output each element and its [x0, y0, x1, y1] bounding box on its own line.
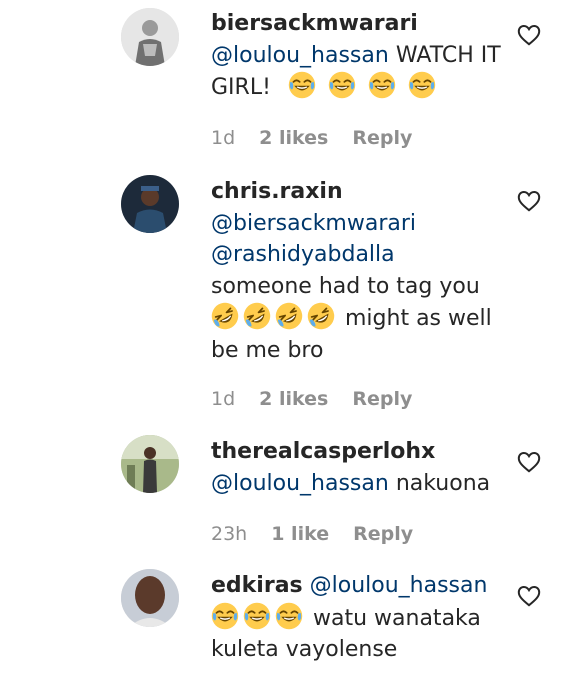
heart-outline-icon[interactable]	[517, 451, 541, 473]
tears-of-joy-emoji-icon	[211, 602, 239, 630]
avatar[interactable]	[121, 8, 179, 66]
comment-username[interactable]: therealcasperlohx	[211, 439, 435, 464]
reply-button[interactable]: Reply	[352, 388, 412, 410]
avatar[interactable]	[121, 175, 179, 233]
comment-timestamp[interactable]: 1d	[211, 127, 235, 149]
likes-count[interactable]: 2 likes	[259, 127, 328, 149]
comment-username[interactable]: edkiras	[211, 573, 303, 598]
tears-of-joy-emoji-icon	[275, 602, 303, 630]
comment-username[interactable]: biersackmwarari	[211, 11, 418, 36]
comments-list: biersackmwarari @loulou_hassan WATCH IT …	[0, 0, 588, 688]
mention-link[interactable]: @biersackmwarari	[211, 211, 416, 236]
heart-outline-icon[interactable]	[517, 190, 541, 212]
heart-outline-icon[interactable]	[517, 24, 541, 46]
mention-link[interactable]: @loulou_hassan	[310, 573, 488, 598]
tears-of-joy-emoji-icon	[243, 602, 271, 630]
heart-outline-icon[interactable]	[517, 585, 541, 607]
comment-meta: 1d 2 likes Reply	[211, 127, 436, 149]
rofl-emoji-icon	[275, 302, 303, 330]
mention-link[interactable]: @loulou_hassan	[211, 471, 389, 496]
reply-button[interactable]: Reply	[352, 127, 412, 149]
tears-of-joy-emoji-icon	[368, 71, 396, 99]
tears-of-joy-emoji-icon	[408, 71, 436, 99]
avatar[interactable]	[121, 569, 179, 627]
comment-meta: 1d 2 likes Reply	[211, 388, 436, 410]
mention-link[interactable]: @loulou_hassan	[211, 43, 389, 68]
tears-of-joy-emoji-icon	[328, 71, 356, 99]
rofl-emoji-icon	[211, 302, 239, 330]
reply-button[interactable]: Reply	[353, 523, 413, 545]
comment-meta: 23h 1 like Reply	[211, 523, 437, 545]
likes-count[interactable]: 2 likes	[259, 388, 328, 410]
comment-timestamp[interactable]: 1d	[211, 388, 235, 410]
avatar[interactable]	[121, 435, 179, 493]
comment-username[interactable]: chris.raxin	[211, 179, 343, 204]
comment-text: someone had to tag you	[211, 273, 480, 299]
comment-timestamp[interactable]: 23h	[211, 523, 247, 545]
rofl-emoji-icon	[307, 302, 335, 330]
comment-text: nakuona	[395, 470, 491, 496]
likes-count[interactable]: 1 like	[271, 523, 329, 545]
rofl-emoji-icon	[243, 302, 271, 330]
mention-link[interactable]: @rashidyabdalla	[211, 242, 395, 267]
tears-of-joy-emoji-icon	[288, 71, 316, 99]
